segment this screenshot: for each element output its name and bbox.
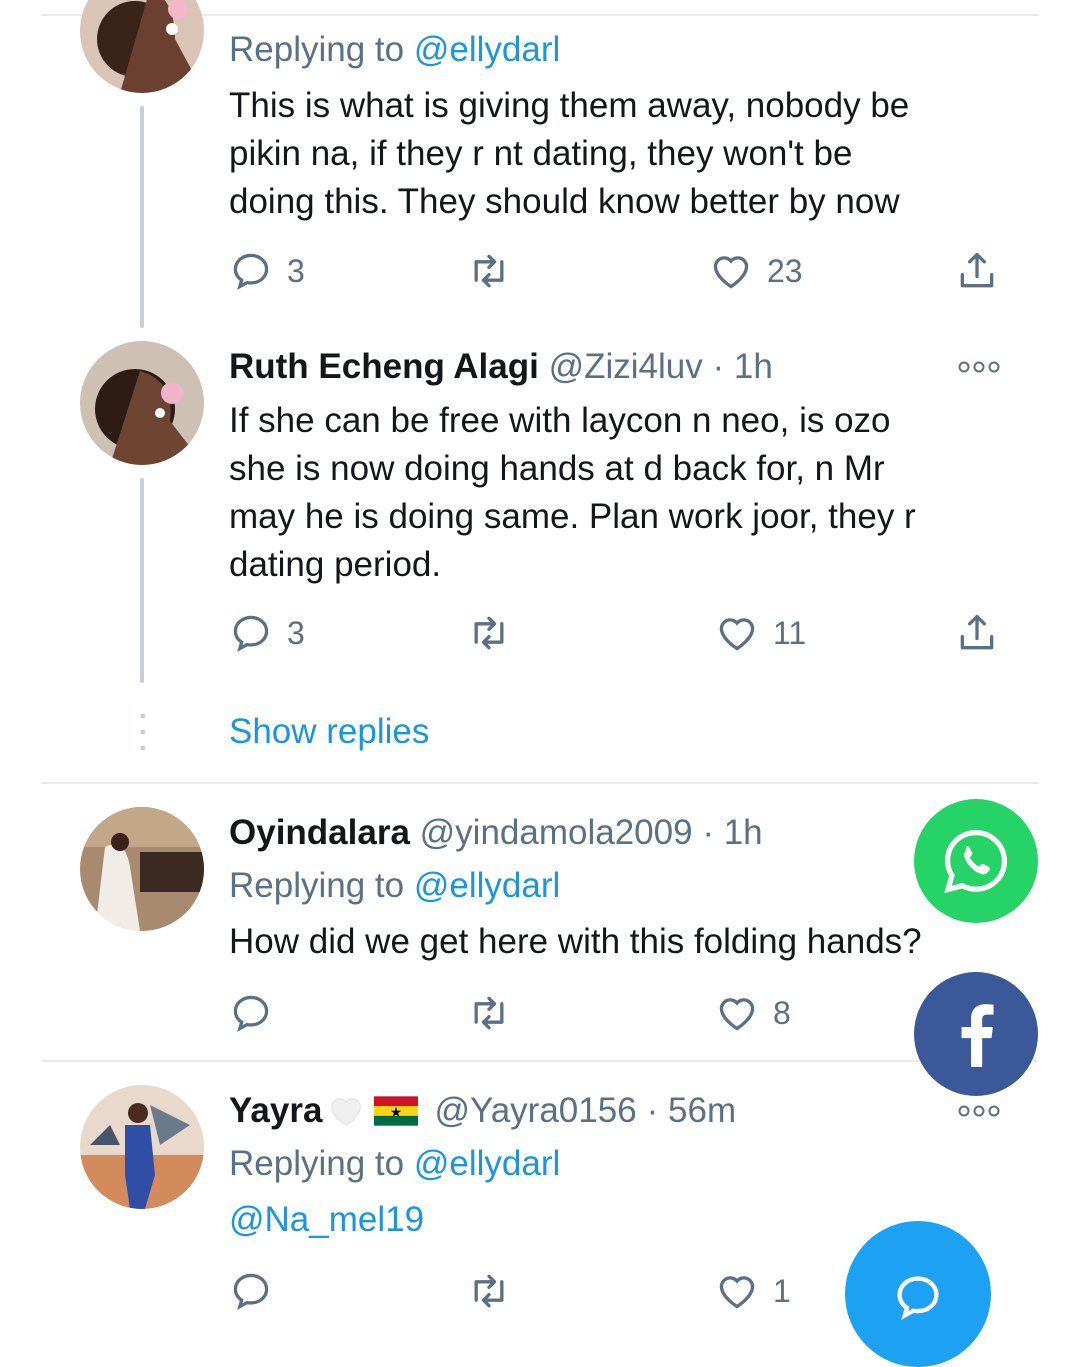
reply-button[interactable]: [229, 1266, 273, 1316]
heart-icon: [719, 998, 755, 1031]
timestamp[interactable]: · 1h: [712, 347, 772, 386]
tweet-line: may he is doing same. Plan work joor, th…: [229, 497, 916, 536]
heart-icon: [719, 618, 755, 651]
retweet-button[interactable]: [467, 988, 511, 1038]
like-count: 11: [773, 614, 807, 651]
more-icon[interactable]: [957, 1103, 1001, 1119]
avatar[interactable]: [80, 0, 204, 93]
replying-to: Replying to @ellydarl: [229, 862, 560, 910]
tweet-header: Oyindalara @yindamola2009 · 1h: [229, 809, 763, 857]
like-count: 1: [773, 1272, 791, 1309]
display-name[interactable]: Yayra: [229, 1087, 322, 1135]
retweet-icon: [474, 616, 504, 650]
tweet-text: If she can be free with laycon n neo, is…: [229, 397, 916, 589]
share-button[interactable]: [955, 246, 999, 296]
divider: [42, 1060, 1038, 1062]
heart-icon: [719, 1276, 755, 1309]
tweet-line: doing this. They should know better by n…: [229, 182, 900, 221]
thread-line: [140, 478, 144, 683]
avatar[interactable]: [80, 807, 204, 931]
user-handle[interactable]: @Zizi4luv: [549, 347, 703, 386]
thread-dots-icon: [140, 713, 146, 751]
show-replies-link[interactable]: Show replies: [229, 708, 429, 756]
like-count: 8: [773, 994, 791, 1031]
replying-label: Replying to: [229, 1144, 405, 1183]
replying-to: Replying to @ellydarl: [229, 1140, 560, 1188]
tweet-header: Ruth Echeng Alagi @Zizi4luv · 1h: [229, 343, 773, 391]
tweet-header: Yayra @Yayra0156 · 56m: [229, 1087, 736, 1135]
like-count: 23: [767, 252, 803, 289]
replying-label: Replying to: [229, 866, 405, 905]
tweet-line: If she can be free with laycon n neo, is…: [229, 401, 891, 440]
tweet-actions: 3 23: [229, 246, 1009, 296]
retweet-icon: [474, 254, 504, 288]
retweet-button[interactable]: [467, 246, 511, 296]
tweet-line: she is now doing hands at d back for, n …: [229, 449, 885, 488]
like-button[interactable]: 8: [715, 988, 791, 1038]
divider: [42, 782, 1038, 784]
tweet-line: How did we get here with this folding ha…: [229, 922, 922, 961]
compose-reply-icon: [897, 1276, 939, 1320]
mention-link[interactable]: @ellydarl: [414, 1144, 560, 1183]
share-button[interactable]: [955, 608, 999, 658]
whatsapp-share-button[interactable]: [914, 799, 1038, 923]
replying-to: Replying to @ellydarl: [229, 26, 560, 74]
avatar[interactable]: [80, 1085, 204, 1209]
reply-count: 3: [287, 614, 305, 651]
timestamp[interactable]: · 1h: [702, 813, 762, 852]
compose-reply-fab[interactable]: [845, 1221, 991, 1367]
share-icon: [960, 614, 994, 650]
reply-button[interactable]: 3: [229, 608, 305, 658]
timestamp[interactable]: · 56m: [647, 1087, 736, 1135]
avatar[interactable]: [80, 341, 204, 465]
thread-line: [140, 106, 144, 328]
user-handle[interactable]: @yindamola2009: [420, 813, 693, 852]
replying-label: Replying to: [229, 30, 405, 69]
retweet-icon: [474, 996, 504, 1030]
mention-link[interactable]: @ellydarl: [414, 30, 560, 69]
ghana-flag-icon: [374, 1096, 419, 1126]
tweet-line: This is what is giving them away, nobody…: [229, 86, 910, 125]
heart-icon: [713, 256, 749, 289]
reply-icon: [233, 253, 269, 290]
tweet-text: This is what is giving them away, nobody…: [229, 82, 909, 226]
tweet-actions: 3 11: [229, 608, 1009, 658]
tweet-line: dating period.: [229, 545, 442, 584]
facebook-icon: [961, 1004, 994, 1067]
like-button[interactable]: 23: [709, 246, 803, 296]
reply-button[interactable]: [229, 988, 273, 1038]
retweet-button[interactable]: [467, 608, 511, 658]
reply-count: 3: [287, 252, 305, 289]
retweet-icon: [474, 1274, 504, 1308]
reply-icon: [233, 615, 269, 652]
like-button[interactable]: 1: [715, 1266, 791, 1316]
reply-button[interactable]: 3: [229, 246, 305, 296]
mention-link[interactable]: @ellydarl: [414, 866, 560, 905]
like-button[interactable]: 11: [715, 608, 806, 658]
facebook-share-button[interactable]: [914, 972, 1038, 1096]
retweet-button[interactable]: [467, 1266, 511, 1316]
reply-icon: [233, 1273, 269, 1310]
display-name[interactable]: Oyindalara: [229, 813, 410, 852]
more-icon[interactable]: [957, 359, 1001, 375]
whatsapp-icon: [944, 829, 1008, 894]
display-name[interactable]: Ruth Echeng Alagi: [229, 347, 539, 386]
tweet-line: pikin na, if they r nt dating, they won'…: [229, 134, 853, 173]
tweet-text: How did we get here with this folding ha…: [229, 918, 922, 966]
reply-icon: [233, 995, 269, 1032]
share-icon: [960, 252, 994, 288]
white-heart-emoji-icon: [331, 1098, 362, 1126]
tweet-actions: 8: [229, 988, 1009, 1038]
user-handle[interactable]: @Yayra0156: [434, 1087, 636, 1135]
tweet-text-mention[interactable]: @Na_mel19: [229, 1196, 424, 1244]
